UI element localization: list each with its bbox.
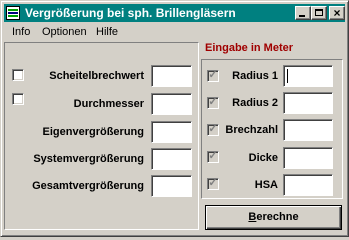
maximize-icon xyxy=(315,9,323,16)
eigenvergroesserung-label: Eigenvergrößerung xyxy=(42,126,144,138)
minimize-icon xyxy=(299,15,305,17)
close-icon: × xyxy=(333,6,341,20)
systemvergroesserung-field[interactable] xyxy=(151,148,192,170)
gesamtvergroesserung-field[interactable] xyxy=(151,175,192,197)
window-title: Vergrößerung bei sph. Brillengläsern xyxy=(25,6,236,20)
scheitelbrechwert-field[interactable] xyxy=(151,65,192,87)
menu-hilfe[interactable]: Hilfe xyxy=(96,26,118,38)
dicke-field[interactable] xyxy=(283,147,333,169)
durchmesser-label: Durchmesser xyxy=(73,98,144,110)
dicke-checkbox[interactable]: ✓ xyxy=(207,150,219,163)
radius2-checkbox[interactable]: ✓ xyxy=(207,96,219,109)
hsa-label: HSA xyxy=(254,179,278,191)
check-icon: ✓ xyxy=(208,96,218,108)
hsa-field[interactable] xyxy=(283,174,333,196)
eigenvergroesserung-field[interactable] xyxy=(151,121,192,143)
durchmesser-checkbox[interactable] xyxy=(12,93,24,105)
brechzahl-checkbox[interactable]: ✓ xyxy=(207,123,219,136)
radius2-field[interactable] xyxy=(283,92,333,114)
berechne-button[interactable]: Berechne xyxy=(205,205,342,230)
berechne-button-label: erechne xyxy=(256,211,299,223)
input-panel: ✓ Radius 1 ✓ Radius 2 ✓ Brechzahl ✓ Dick… xyxy=(201,59,343,199)
durchmesser-field[interactable] xyxy=(151,93,192,115)
results-panel: Scheitelbrechwert Durchmesser Eigenvergr… xyxy=(4,42,199,230)
dicke-label: Dicke xyxy=(248,152,278,164)
app-icon[interactable] xyxy=(6,6,20,20)
brechzahl-field[interactable] xyxy=(283,119,333,141)
radius2-label: Radius 2 xyxy=(232,97,278,109)
radius1-checkbox[interactable]: ✓ xyxy=(207,69,219,82)
check-icon: ✓ xyxy=(208,123,218,135)
menu-bar: Info Optionen Hilfe xyxy=(4,23,345,41)
check-icon: ✓ xyxy=(208,177,218,189)
maximize-button[interactable] xyxy=(311,6,327,20)
scheitelbrechwert-checkbox[interactable] xyxy=(12,69,24,81)
radius1-field[interactable] xyxy=(283,65,333,87)
check-icon: ✓ xyxy=(208,150,218,162)
menu-optionen[interactable]: Optionen xyxy=(42,26,87,38)
title-bar[interactable]: Vergrößerung bei sph. Brillengläsern × xyxy=(4,4,345,22)
hsa-checkbox[interactable]: ✓ xyxy=(207,177,219,190)
app-window: Vergrößerung bei sph. Brillengläsern × I… xyxy=(0,0,349,237)
check-icon: ✓ xyxy=(208,69,218,81)
close-button[interactable]: × xyxy=(329,6,345,20)
radius1-label: Radius 1 xyxy=(232,70,278,82)
input-section-heading: Eingabe in Meter xyxy=(205,42,294,54)
brechzahl-label: Brechzahl xyxy=(225,124,278,136)
text-caret xyxy=(287,69,288,83)
systemvergroesserung-label: Systemvergrößerung xyxy=(33,153,144,165)
minimize-button[interactable] xyxy=(295,6,311,20)
gesamtvergroesserung-label: Gesamtvergrößerung xyxy=(32,180,144,192)
menu-info[interactable]: Info xyxy=(12,26,30,38)
scheitelbrechwert-label: Scheitelbrechwert xyxy=(49,70,144,82)
